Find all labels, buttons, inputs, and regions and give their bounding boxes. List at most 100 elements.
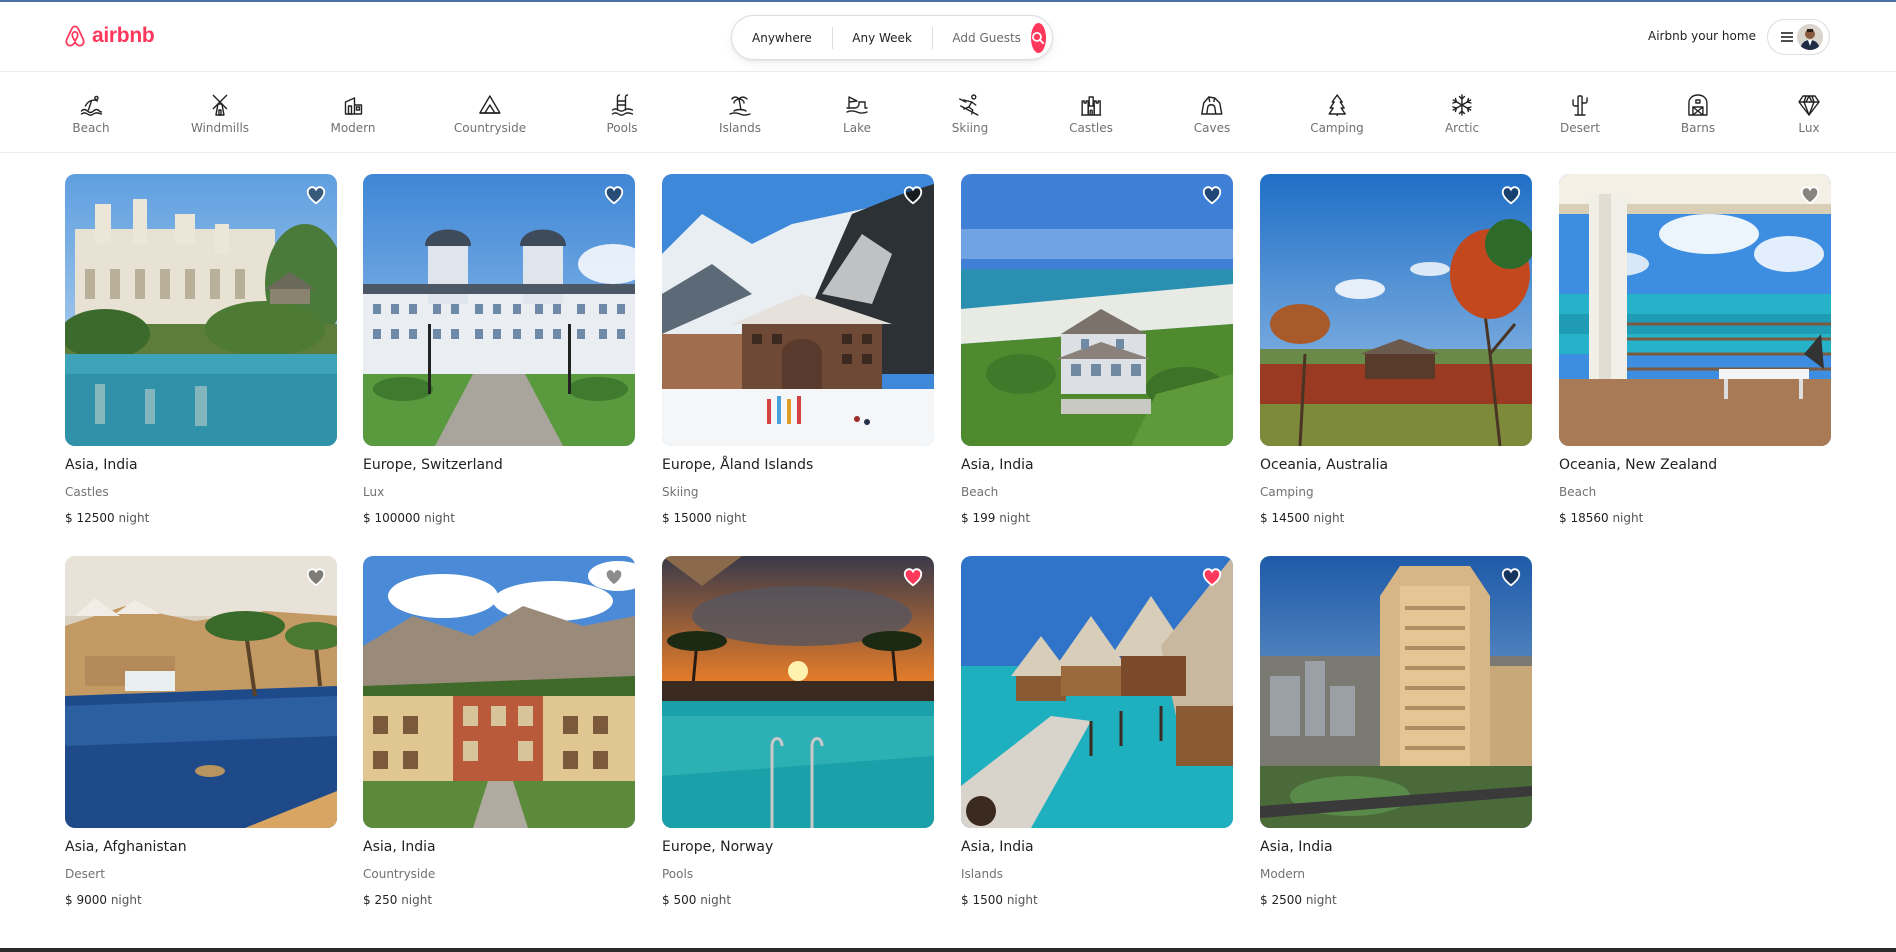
category-bar: Beach Windmills Modern Countryside Pools…: [0, 73, 1896, 153]
listing-photo-image: [662, 556, 934, 828]
listing-photo-image: [961, 556, 1233, 828]
listing-location: Asia, India: [363, 839, 436, 855]
listing-card[interactable]: Oceania, New Zealand Beach $ 18560 night: [1559, 174, 1831, 526]
category-label: Skiing: [951, 121, 989, 135]
category-label: Camping: [1310, 121, 1364, 135]
search-when[interactable]: Any Week: [832, 31, 932, 45]
modern-house-icon: [344, 97, 362, 115]
price-amount: $ 100000: [363, 511, 421, 525]
search-where[interactable]: Anywhere: [732, 31, 832, 45]
category-countryside[interactable]: Countryside: [454, 93, 526, 135]
listing-photo[interactable]: [1260, 556, 1532, 828]
listing-card[interactable]: Asia, Afghanistan Desert $ 9000 night: [65, 556, 337, 908]
listing-photo-image: [961, 174, 1233, 446]
listing-price: $ 9000 night: [65, 892, 337, 908]
favorite-heart-icon[interactable]: [305, 566, 327, 588]
category-pools[interactable]: Pools: [606, 93, 638, 135]
price-unit: night: [401, 893, 433, 907]
listing-photo-image: [65, 174, 337, 446]
listing-card[interactable]: Europe, Switzerland Lux $ 100000 night: [363, 174, 635, 526]
category-islands[interactable]: Islands: [719, 93, 761, 135]
price-amount: $ 250: [363, 893, 398, 907]
avatar: [1797, 24, 1823, 50]
listing-photo[interactable]: [363, 556, 635, 828]
favorite-heart-icon[interactable]: [305, 184, 327, 206]
price-unit: night: [1006, 893, 1038, 907]
hamburger-menu-icon: [1781, 32, 1793, 42]
category-barns[interactable]: Barns: [1681, 93, 1715, 135]
favorite-heart-icon[interactable]: [1799, 184, 1821, 206]
listing-card[interactable]: Europe, Norway Pools $ 500 night: [662, 556, 934, 908]
listing-category: Modern: [1260, 867, 1306, 881]
listing-photo[interactable]: [961, 556, 1233, 828]
favorite-heart-icon[interactable]: [603, 566, 625, 588]
category-caves[interactable]: Caves: [1194, 93, 1230, 135]
favorite-heart-icon[interactable]: [1201, 566, 1223, 588]
category-beach[interactable]: Beach: [72, 93, 110, 135]
favorite-heart-icon[interactable]: [1500, 566, 1522, 588]
category-castles[interactable]: Castles: [1069, 93, 1113, 135]
snowflake-icon: [1452, 94, 1472, 116]
price-unit: night: [1612, 511, 1644, 525]
price-amount: $ 18560: [1559, 511, 1609, 525]
category-camping[interactable]: Camping: [1310, 93, 1364, 135]
listing-category: Beach: [1559, 485, 1597, 499]
price-amount: $ 12500: [65, 511, 115, 525]
listing-photo[interactable]: [363, 174, 635, 446]
airbnb-your-home-link[interactable]: Airbnb your home: [1648, 29, 1756, 43]
listing-price: $ 199 night: [961, 510, 1233, 526]
category-lake[interactable]: Lake: [843, 93, 871, 135]
listing-location: Europe, Åland Islands: [662, 457, 814, 473]
user-menu-button[interactable]: [1767, 19, 1830, 55]
favorite-heart-icon[interactable]: [902, 566, 924, 588]
category-label: Castles: [1069, 121, 1113, 135]
search-bar[interactable]: Anywhere Any Week Add Guests: [731, 15, 1053, 60]
listing-card[interactable]: Asia, India Castles $ 12500 night: [65, 174, 337, 526]
category-windmills[interactable]: Windmills: [191, 93, 249, 135]
search-button[interactable]: [1030, 22, 1046, 53]
listing-card[interactable]: Asia, India Countryside $ 250 night: [363, 556, 635, 908]
listing-card[interactable]: Asia, India Islands $ 1500 night: [961, 556, 1233, 908]
price-amount: $ 2500: [1260, 893, 1302, 907]
listing-card[interactable]: Asia, India Beach $ 199 night: [961, 174, 1233, 526]
listing-price: $ 250 night: [363, 892, 635, 908]
favorite-heart-icon[interactable]: [603, 184, 625, 206]
price-unit: night: [1313, 511, 1345, 525]
listing-category: Countryside: [363, 867, 436, 881]
category-desert[interactable]: Desert: [1560, 93, 1600, 135]
listing-photo[interactable]: [662, 556, 934, 828]
category-label: Pools: [606, 121, 638, 135]
category-arctic[interactable]: Arctic: [1445, 93, 1479, 135]
category-lux[interactable]: Lux: [1797, 93, 1821, 135]
category-label: Modern: [330, 121, 376, 135]
category-modern[interactable]: Modern: [330, 93, 376, 135]
castle-icon: [1080, 96, 1101, 116]
category-label: Lux: [1798, 121, 1820, 135]
price-unit: night: [1305, 893, 1337, 907]
cactus-icon: [1572, 95, 1588, 116]
favorite-heart-icon[interactable]: [1500, 184, 1522, 206]
listing-photo[interactable]: [65, 174, 337, 446]
price-amount: $ 1500: [961, 893, 1003, 907]
category-label: Desert: [1560, 121, 1600, 135]
listing-photo[interactable]: [1260, 174, 1532, 446]
category-label: Countryside: [453, 121, 527, 135]
listing-photo[interactable]: [961, 174, 1233, 446]
airbnb-logo-icon: [65, 25, 85, 47]
listing-photo[interactable]: [65, 556, 337, 828]
price-unit: night: [715, 511, 747, 525]
search-guests[interactable]: Add Guests: [932, 31, 1031, 45]
listing-price: $ 14500 night: [1260, 510, 1532, 526]
price-unit: night: [110, 893, 142, 907]
listing-location: Asia, India: [961, 839, 1034, 855]
favorite-heart-icon[interactable]: [1201, 184, 1223, 206]
listing-card[interactable]: Europe, Åland Islands Skiing $ 15000 nig…: [662, 174, 934, 526]
airbnb-logo[interactable]: airbnb: [64, 24, 155, 48]
category-skiing[interactable]: Skiing: [952, 93, 988, 135]
brand-name: airbnb: [92, 24, 155, 47]
listing-card[interactable]: Oceania, Australia Camping $ 14500 night: [1260, 174, 1532, 526]
listing-photo[interactable]: [1559, 174, 1831, 446]
listing-photo[interactable]: [662, 174, 934, 446]
listing-card[interactable]: Asia, India Modern $ 2500 night: [1260, 556, 1532, 908]
favorite-heart-icon[interactable]: [902, 184, 924, 206]
